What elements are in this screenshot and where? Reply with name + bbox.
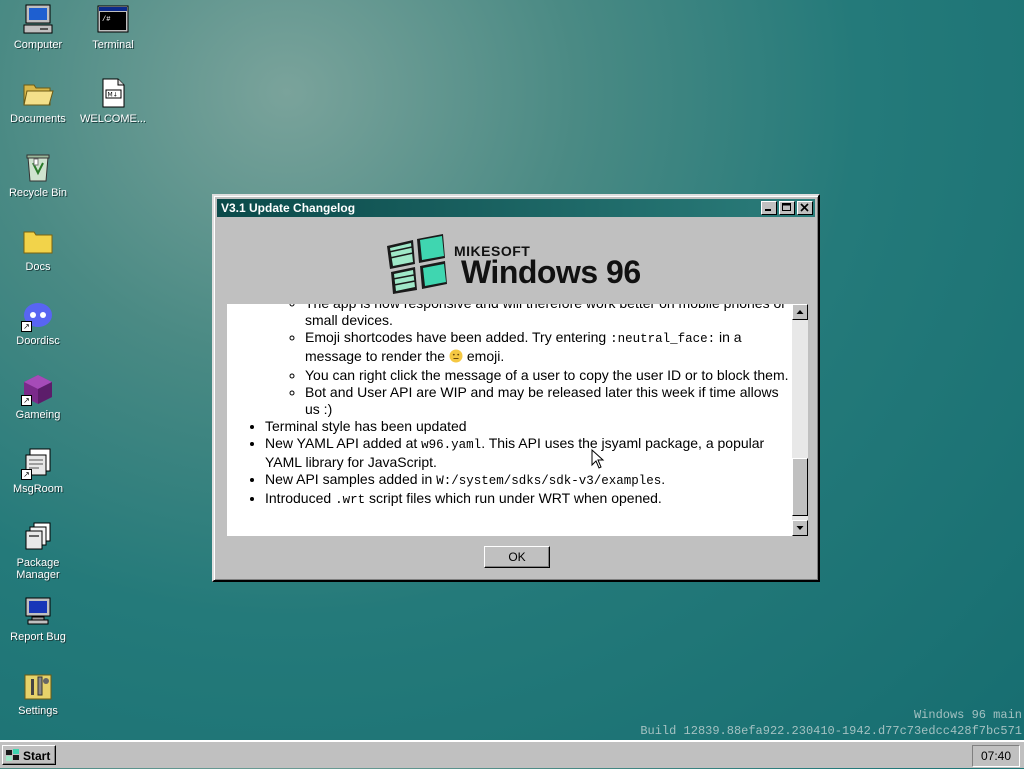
inline-code: W:/system/sdks/sdk-v3/examples	[436, 474, 662, 488]
desktop-icon-doordisc[interactable]: ↗ Doordisc	[0, 299, 76, 347]
desktop-icon-documents[interactable]: Documents	[0, 77, 76, 125]
package-manager-icon	[22, 521, 54, 553]
folder-icon	[22, 225, 54, 257]
desktop-icon-label: Documents	[10, 113, 66, 125]
text-span: script files which run under WRT when op…	[365, 490, 662, 506]
maximize-icon	[782, 203, 791, 211]
msgroom-icon: ↗	[21, 447, 54, 480]
vertical-scrollbar[interactable]	[792, 304, 808, 536]
list-item: You can right click the message of a use…	[305, 367, 792, 384]
monitor-bug-icon	[22, 595, 54, 627]
cube-icon: ↗	[21, 373, 54, 406]
desktop-icon-terminal[interactable]: /# Terminal	[75, 3, 151, 51]
desktop-icon-label: Doordisc	[16, 335, 60, 347]
desktop-icon-label: Package Manager	[16, 557, 60, 581]
start-button[interactable]: Start	[2, 745, 56, 765]
window-titlebar[interactable]: V3.1 Update Changelog	[217, 199, 815, 217]
open-folder-icon	[22, 77, 54, 109]
desktop-icon-label: Terminal	[92, 39, 134, 51]
start-label: Start	[23, 749, 51, 763]
desktop-icon-label: Report Bug	[10, 631, 66, 643]
desktop-icon-label: Settings	[18, 705, 58, 717]
text-span: New YAML API added at	[265, 435, 422, 451]
close-icon	[800, 203, 809, 212]
text-span: .	[661, 471, 666, 487]
desktop-icon-computer[interactable]: Computer	[0, 3, 76, 51]
desktop-icon-msgroom[interactable]: ↗ MsgRoom	[0, 447, 76, 495]
build-watermark-line2: Build 12839.88efa922.230410-1942.d77c73e…	[640, 724, 1022, 738]
windows96-logo: MIKESOFT Windows 96	[217, 218, 815, 304]
changelog-list: The app is now responsive and will there…	[227, 304, 792, 509]
scroll-thumb[interactable]	[792, 458, 808, 516]
markdown-file-icon: M↓	[97, 77, 129, 109]
shortcut-arrow-icon: ↗	[21, 321, 32, 332]
neutral-face-emoji-icon	[449, 349, 463, 367]
window-title: V3.1 Update Changelog	[221, 201, 356, 215]
text-span: Emoji shortcodes have been added. Try en…	[305, 329, 611, 345]
desktop-icon-report-bug[interactable]: Report Bug	[0, 595, 76, 643]
desktop-icon-label: Docs	[25, 261, 51, 273]
shortcut-arrow-icon: ↗	[21, 395, 32, 406]
taskbar: Start 07:40	[0, 740, 1024, 768]
start-logo-icon	[6, 749, 20, 769]
inline-code: w96.yaml	[421, 438, 482, 452]
terminal-icon: /#	[97, 3, 129, 35]
changelog-window[interactable]: V3.1 Update Changelog MIKESOFT Windows 9…	[212, 194, 820, 582]
ok-button[interactable]: OK	[484, 546, 550, 568]
maximize-button[interactable]	[779, 201, 795, 215]
svg-text:/#: /#	[102, 16, 110, 24]
list-item: Terminal style has been updated	[265, 418, 792, 435]
text-cursor-icon	[591, 448, 605, 469]
desktop-icon-welcome[interactable]: M↓ WELCOME...	[75, 77, 151, 125]
desktop-icon-label: Computer	[13, 39, 63, 51]
build-watermark-line1: Windows 96 main	[913, 708, 1022, 722]
shortcut-arrow-icon: ↗	[21, 469, 32, 480]
text-span: New API samples added in	[265, 471, 437, 487]
list-item: New API samples added in W:/system/sdks/…	[265, 471, 792, 490]
desktop-icon-label: Recycle Bin	[8, 187, 68, 199]
list-item: Bot and User API are WIP and may be rele…	[305, 384, 792, 418]
logo-product: Windows 96	[461, 254, 641, 290]
arrow-up-icon	[796, 310, 804, 314]
changelog-sublist: The app is now responsive and will there…	[265, 304, 792, 418]
list-item: New YAML API added at w96.yaml. This API…	[265, 435, 792, 471]
desktop-icon-gameing[interactable]: ↗ Gameing	[0, 373, 76, 421]
taskbar-clock: 07:40	[972, 745, 1020, 767]
list-item: Introduced .wrt script files which run u…	[265, 490, 792, 509]
settings-tools-icon	[22, 669, 54, 701]
scroll-down-button[interactable]	[792, 520, 808, 536]
recycle-bin-icon	[22, 151, 54, 183]
close-button[interactable]	[797, 201, 813, 215]
svg-text:M↓: M↓	[108, 92, 118, 99]
inline-code: .wrt	[335, 493, 366, 507]
desktop-icon-settings[interactable]: Settings	[0, 669, 76, 717]
computer-icon	[22, 3, 54, 35]
desktop-icon-recycle-bin[interactable]: Recycle Bin	[0, 151, 76, 199]
arrow-down-icon	[796, 526, 804, 530]
inline-code: :neutral_face:	[610, 332, 716, 346]
text-span: Introduced	[265, 490, 336, 506]
list-item: Emoji shortcodes have been added. Try en…	[305, 329, 792, 367]
desktop-icon-docs[interactable]: Docs	[0, 225, 76, 273]
minimize-icon	[765, 209, 771, 211]
list-item: The app is now responsive and will there…	[305, 304, 792, 329]
desktop-icon-package-manager[interactable]: Package Manager	[0, 521, 76, 581]
mouse-cursor	[591, 448, 607, 476]
changelog-content[interactable]: The app is now responsive and will there…	[227, 304, 792, 536]
discord-icon: ↗	[21, 299, 54, 332]
scroll-up-button[interactable]	[792, 304, 808, 320]
list-item: The app is now responsive and will there…	[265, 304, 792, 418]
minimize-button[interactable]	[761, 201, 777, 215]
desktop-icon-label: MsgRoom	[12, 483, 64, 495]
desktop-icon-label: Gameing	[15, 409, 61, 421]
desktop-icon-label: WELCOME...	[79, 113, 146, 125]
text-span: emoji.	[462, 348, 505, 364]
